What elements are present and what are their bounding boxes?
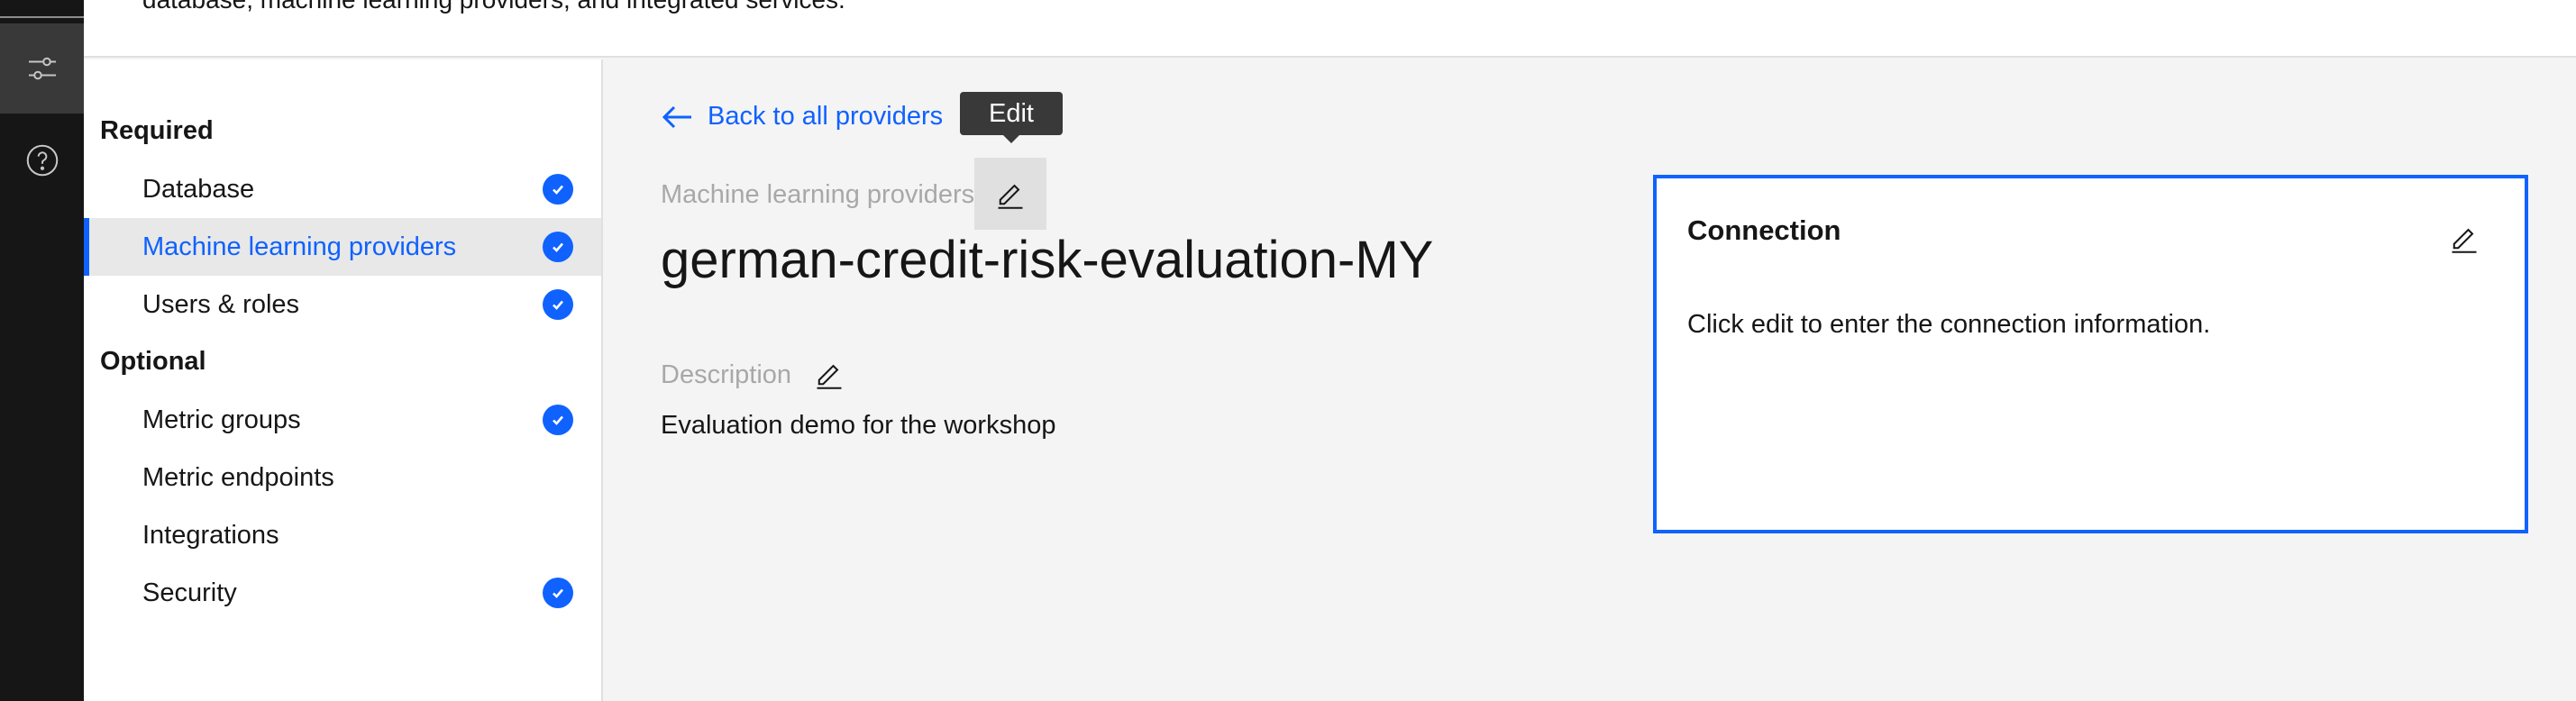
rail-divider: [0, 16, 84, 18]
checkmark-icon: [543, 289, 573, 320]
sidenav-item-label: Machine learning providers: [142, 232, 457, 261]
required-heading: Required: [100, 116, 214, 145]
setup-sidenav: Required Database Machine learning provi…: [84, 59, 603, 701]
arrow-left-icon: [662, 105, 691, 128]
edit-icon: [998, 184, 1023, 209]
back-link-label: Back to all providers: [708, 102, 944, 131]
sidenav-item-integrations[interactable]: Integrations: [84, 506, 601, 564]
description-label: Description: [661, 360, 792, 389]
description-value: Evaluation demo for the workshop: [661, 411, 1056, 440]
left-rail: [0, 0, 84, 701]
sidenav-item-label: Database: [142, 174, 255, 204]
connection-instructions: Click edit to enter the connection infor…: [1687, 310, 2211, 339]
edit-icon: [2452, 228, 2477, 253]
help-icon: [26, 144, 58, 177]
rail-settings-button[interactable]: [0, 23, 84, 114]
sidenav-item-label: Integrations: [142, 520, 279, 550]
sidenav-item-label: Users & roles: [142, 289, 300, 319]
banner-text: database, machine learning providers, an…: [142, 0, 845, 14]
connection-title: Connection: [1687, 214, 1841, 246]
sidenav-item-label: Security: [142, 578, 237, 607]
sidenav-item-security[interactable]: Security: [84, 564, 601, 622]
edit-connection-button[interactable]: [2437, 211, 2491, 265]
edit-description-button[interactable]: [793, 338, 865, 410]
checkmark-icon: [543, 232, 573, 262]
connection-card: Connection Click edit to enter the conne…: [1653, 175, 2528, 533]
sidenav-item-label: Metric groups: [142, 405, 301, 434]
checkmark-icon: [543, 405, 573, 435]
sidenav-item-metric-groups[interactable]: Metric groups: [84, 391, 601, 449]
sidenav-item-database[interactable]: Database: [84, 160, 601, 218]
edit-tooltip: Edit: [960, 92, 1063, 143]
provider-name: german-credit-risk-evaluation-MY: [661, 231, 1434, 289]
checkmark-icon: [543, 174, 573, 205]
sidenav-item-users-roles[interactable]: Users & roles: [84, 276, 601, 333]
sidenav-item-label: Metric endpoints: [142, 462, 334, 492]
back-to-providers-link[interactable]: Back to all providers: [661, 102, 943, 132]
sidenav-item-ml-providers[interactable]: Machine learning providers: [84, 218, 601, 276]
top-banner: database, machine learning providers, an…: [84, 0, 2576, 58]
edit-icon: [817, 364, 842, 389]
provider-type-label: Machine learning providers: [661, 180, 975, 209]
edit-provider-name-button[interactable]: [974, 158, 1046, 230]
checkmark-icon: [543, 578, 573, 608]
settings-adjust-icon: [28, 57, 56, 80]
sidenav-item-metric-endpoints[interactable]: Metric endpoints: [84, 449, 601, 506]
optional-heading: Optional: [100, 347, 206, 376]
rail-help-button[interactable]: [0, 115, 84, 205]
